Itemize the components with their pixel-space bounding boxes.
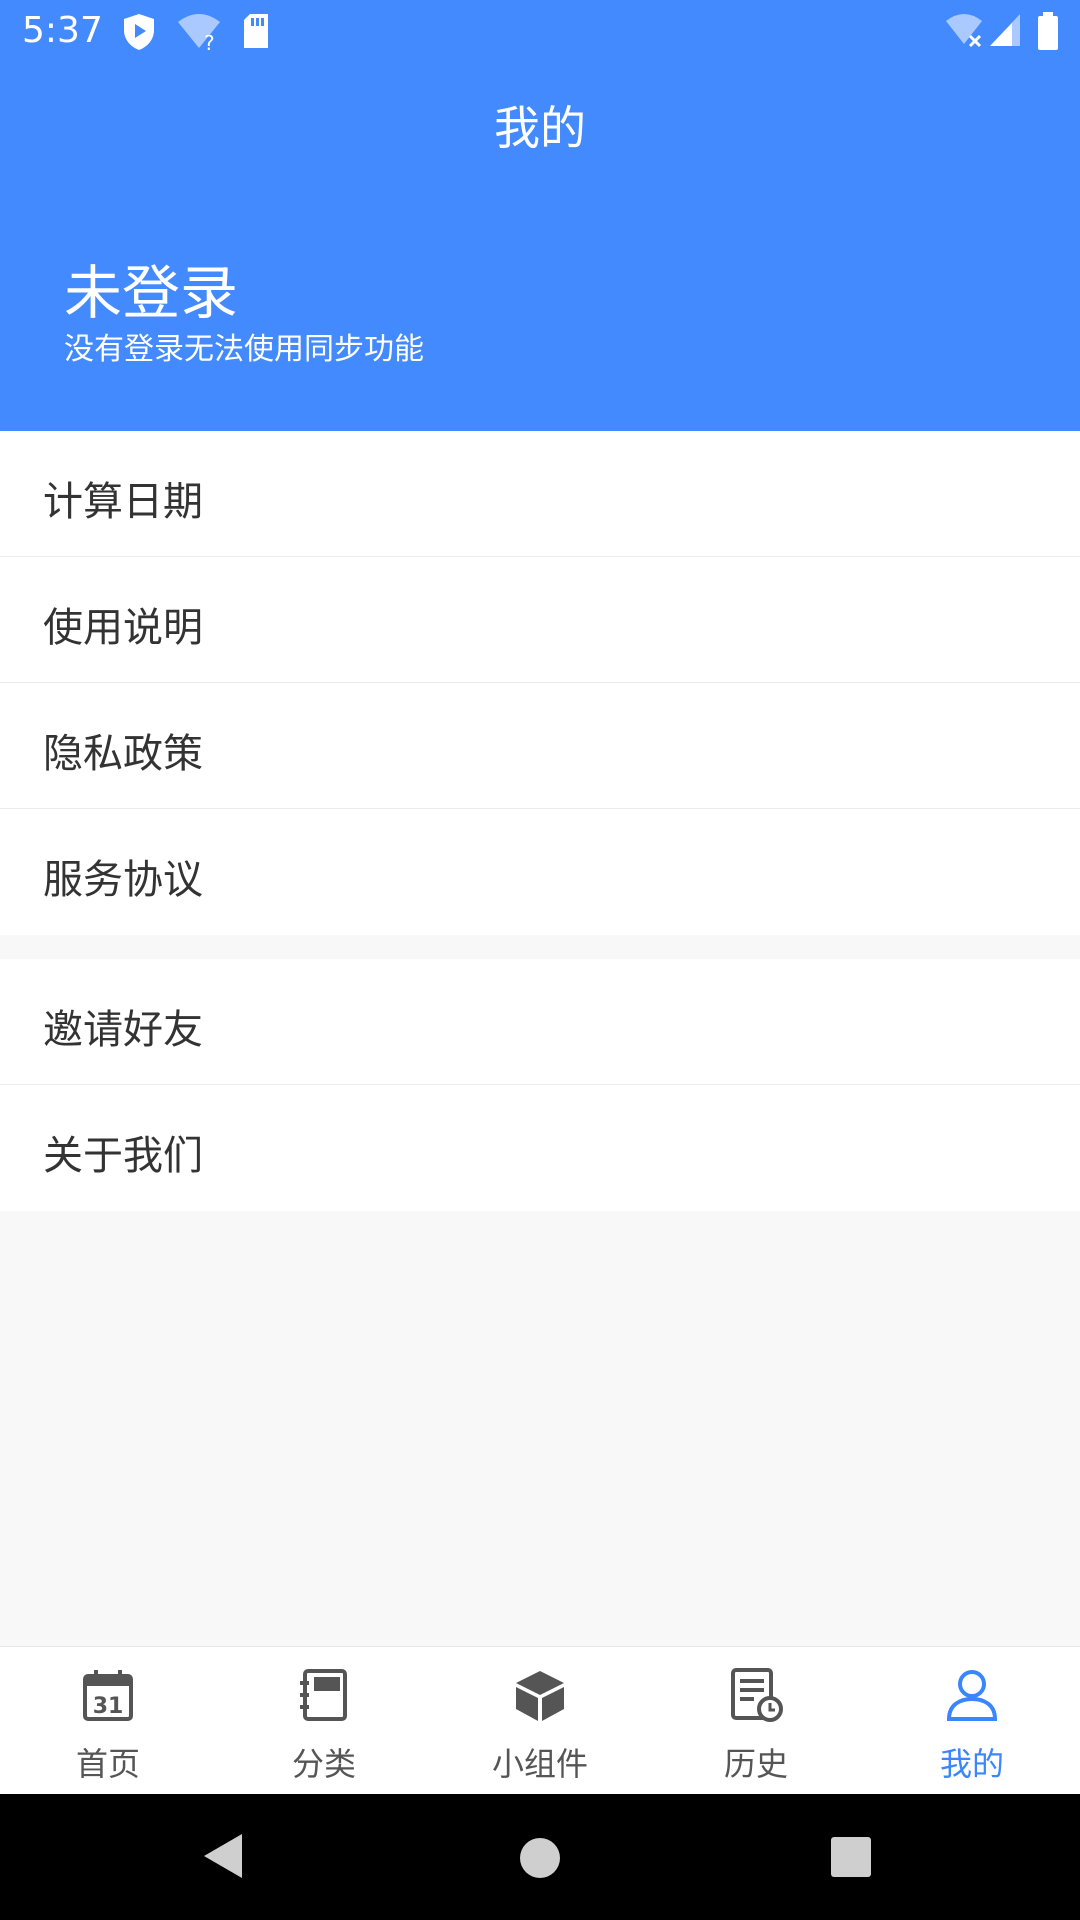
- home-icon[interactable]: [518, 1836, 562, 1884]
- menu-item-service-agreement[interactable]: 服务协议: [0, 809, 1080, 935]
- wifi-off-icon: [944, 12, 984, 52]
- tab-widgets[interactable]: 小组件: [432, 1647, 648, 1794]
- tab-home[interactable]: 31 首页: [0, 1647, 216, 1794]
- login-hint: 没有登录无法使用同步功能: [64, 332, 424, 367]
- signal-icon: [988, 12, 1022, 52]
- menu-item-about-us[interactable]: 关于我们: [0, 1085, 1080, 1211]
- menu-item-label: 邀请好友: [43, 1007, 203, 1053]
- page-title: 我的: [494, 101, 586, 155]
- menu-item-label: 服务协议: [43, 857, 203, 903]
- status-bar: 5:37 ?: [0, 0, 1080, 64]
- menu-group-main: 计算日期 使用说明 隐私政策 服务协议: [0, 431, 1080, 935]
- menu-item-invite-friends[interactable]: 邀请好友: [0, 959, 1080, 1085]
- tab-label: 分类: [291, 1745, 356, 1783]
- tab-label: 首页: [75, 1745, 140, 1783]
- tab-label: 历史: [723, 1745, 788, 1783]
- tab-history[interactable]: 历史: [648, 1647, 864, 1794]
- menu-item-label: 计算日期: [43, 479, 203, 525]
- shield-icon: [122, 12, 156, 56]
- recents-icon[interactable]: [830, 1836, 872, 1882]
- menu-item-label: 关于我们: [43, 1133, 203, 1179]
- sd-card-icon: [242, 12, 270, 54]
- menu-item-label: 隐私政策: [43, 731, 203, 777]
- battery-icon: [1036, 12, 1060, 56]
- menu-group-secondary: 邀请好友 关于我们: [0, 959, 1080, 1211]
- tab-mine[interactable]: 我的: [864, 1647, 1080, 1794]
- svg-text:?: ?: [204, 31, 215, 52]
- tab-label: 我的: [939, 1745, 1004, 1783]
- system-nav-bar: [0, 1794, 1080, 1920]
- profile-header: 我的 未登录 没有登录无法使用同步功能: [0, 64, 1080, 431]
- tab-category[interactable]: 分类: [216, 1647, 432, 1794]
- bottom-nav: 31 首页 分类 小组件 历史 我的: [0, 1646, 1080, 1794]
- menu-item-instructions[interactable]: 使用说明: [0, 557, 1080, 683]
- status-time: 5:37: [22, 10, 103, 51]
- menu-item-calculate-date[interactable]: 计算日期: [0, 431, 1080, 557]
- back-icon[interactable]: [202, 1832, 246, 1884]
- login-status[interactable]: 未登录: [64, 246, 238, 330]
- wifi-question-icon: ?: [176, 12, 222, 56]
- menu-item-privacy-policy[interactable]: 隐私政策: [0, 683, 1080, 809]
- tab-label: 小组件: [491, 1745, 588, 1783]
- menu-item-label: 使用说明: [43, 605, 203, 651]
- svg-text:31: 31: [93, 1694, 124, 1719]
